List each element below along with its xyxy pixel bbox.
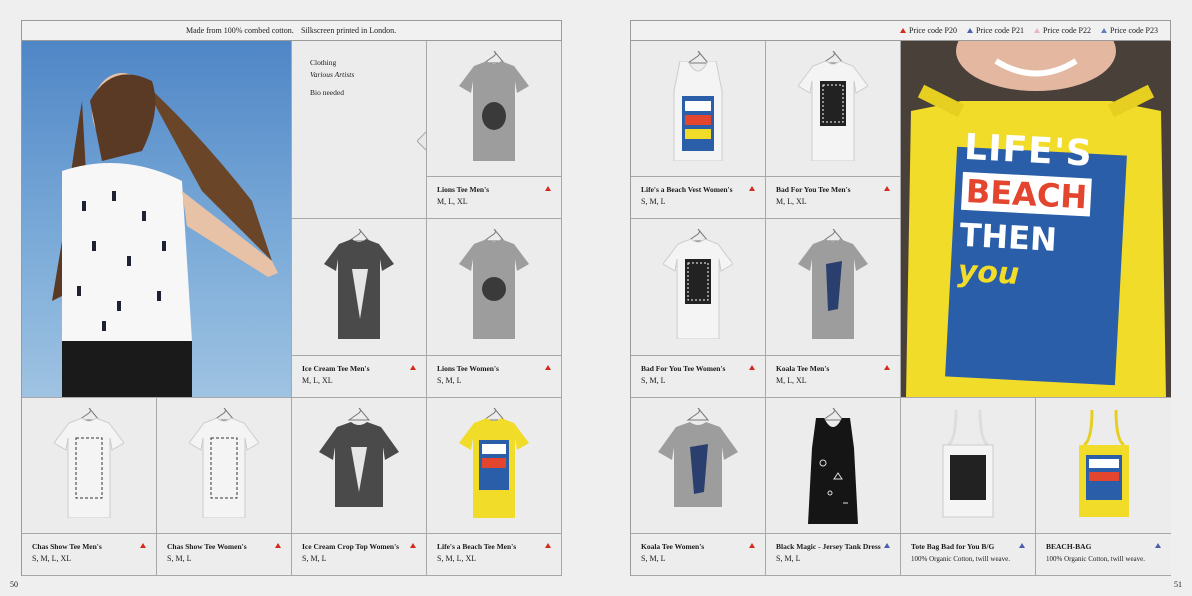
white-bad-for-you-tee (663, 239, 733, 339)
white-chas-tee (189, 418, 259, 518)
product-card[interactable]: Koala Tee Women's S, M, L (631, 398, 766, 576)
product-name: Life's a Beach Vest Women's (641, 185, 733, 194)
product-card[interactable]: Chas Show Tee Women's S, M, L (157, 398, 292, 576)
price-code-marker (884, 186, 890, 191)
price-code-marker (545, 365, 551, 370)
price-code-marker (749, 543, 755, 548)
yellow-beach-tee (459, 418, 529, 518)
header-cotton-note: Made from 100% combed cotton. (186, 26, 294, 35)
product-sizes: S, M, L (167, 554, 192, 563)
product-name: Lions Tee Men's (437, 185, 490, 194)
product-sizes: S, M, L (641, 376, 666, 385)
product-name: BEACH-BAG (1046, 542, 1092, 551)
model-figure (52, 73, 278, 397)
product-card[interactable]: Lions Tee Women's S, M, L (427, 219, 562, 398)
price-code-marker (410, 365, 416, 370)
info-artist: Various Artists (310, 70, 355, 79)
price-code-marker (545, 543, 551, 548)
hanger-icon (347, 408, 371, 421)
hanger-icon (686, 408, 710, 421)
model-photo (22, 41, 292, 398)
white-chas-tee (54, 418, 124, 518)
grey-lion-tee (459, 61, 529, 161)
product-name: Ice Cream Tee Men's (302, 364, 370, 373)
product-sizes: S, M, L (437, 376, 462, 385)
product-sizes: S, M, L, XL (32, 554, 72, 563)
price-code-marker (884, 543, 890, 548)
product-name: Lions Tee Women's (437, 364, 499, 373)
product-card[interactable]: Bad For You Tee Men's M, L, XL (766, 41, 901, 219)
product-name: Chas Show Tee Men's (32, 542, 102, 551)
price-code-marker (1155, 543, 1161, 548)
product-name: Ice Cream Crop Top Women's (302, 542, 400, 551)
product-name: Bad For You Tee Women's (641, 364, 726, 373)
header-print-note: Silkscreen printed in London. (301, 26, 397, 35)
grey-lion-tee (459, 239, 529, 339)
product-card[interactable]: Tote Bag Bad for You B/G 100% Organic Cot… (901, 398, 1036, 576)
product-material: 100% Organic Cotton, twill weave. (1046, 555, 1146, 563)
white-beach-vest (673, 61, 723, 161)
product-card[interactable]: Ice Cream Crop Top Women's S, M, L (292, 398, 427, 576)
product-sizes: S, M, L (641, 554, 666, 563)
price-code-marker (275, 543, 281, 548)
info-bio: Bio needed (310, 88, 344, 97)
legend-item: Price code P20 (900, 26, 957, 35)
product-name: Tote Bag Bad for You B/G (911, 542, 995, 551)
price-code-marker (545, 186, 551, 191)
price-code-marker (410, 543, 416, 548)
product-card[interactable]: Chas Show Tee Men's S, M, L, XL (22, 398, 157, 576)
right-page: Price code P20 Price code P21 Price code… (630, 20, 1171, 576)
tote-bag-photo: LIFE'S BEACH THEN you (901, 41, 1171, 398)
yellow-beach-bag (1078, 410, 1129, 517)
product-name: Koala Tee Men's (776, 364, 830, 373)
product-name: Koala Tee Women's (641, 542, 705, 551)
dark-icecream-tee (324, 239, 394, 339)
product-sizes: M, L, XL (302, 376, 333, 385)
legend-item: Price code P22 (1034, 26, 1091, 35)
product-name: Black Magic - Jersey Tank Dress (776, 542, 881, 551)
dark-crop-top (319, 422, 399, 507)
price-code-marker (749, 186, 755, 191)
product-sizes: M, L, XL (776, 376, 807, 385)
pointer-notch-icon (417, 131, 426, 151)
product-card[interactable]: Lions Tee Men's M, L, XL (427, 41, 562, 219)
product-sizes: M, L, XL (776, 197, 807, 206)
page-number: 51 (1174, 580, 1182, 589)
black-tank-dress (808, 418, 858, 524)
legend-item: Price code P21 (967, 26, 1024, 35)
product-card[interactable]: Black Magic - Jersey Tank Dress S, M, L (766, 398, 901, 576)
product-sizes: S, M, L (776, 554, 801, 563)
product-card[interactable]: Koala Tee Men's M, L, XL (766, 219, 901, 398)
price-code-marker (140, 543, 146, 548)
price-code-marker (749, 365, 755, 370)
product-sizes: S, M, L (641, 197, 666, 206)
product-name: Bad For You Tee Men's (776, 185, 851, 194)
left-page: Made from 100% combed cotton. Silkscreen… (21, 20, 562, 576)
white-tote-bag (942, 410, 994, 518)
product-sizes: S, M, L, XL (437, 554, 477, 563)
grey-koala-women-tee (658, 422, 738, 507)
product-card[interactable]: Ice Cream Tee Men's M, L, XL (292, 219, 427, 398)
product-sizes: M, L, XL (437, 197, 468, 206)
product-sizes: S, M, L (302, 554, 327, 563)
price-code-marker (1019, 543, 1025, 548)
product-card[interactable]: Life's a Beach Tee Men's S, M, L, XL (427, 398, 562, 576)
page-number: 50 (10, 580, 18, 589)
grey-koala-tee (798, 239, 868, 339)
price-code-marker (884, 365, 890, 370)
product-material: 100% Organic Cotton, twill weave. (911, 555, 1011, 563)
legend-item: Price code P23 (1101, 26, 1158, 35)
product-card[interactable]: Bad For You Tee Women's S, M, L (631, 219, 766, 398)
product-card[interactable]: Life's a Beach Vest Women's S, M, L (631, 41, 766, 219)
bag-print-text: LIFE'S BEACH THEN you (956, 126, 1094, 292)
white-bad-for-you-tee (798, 61, 868, 161)
left-page-header: Made from 100% combed cotton. Silkscreen… (22, 21, 561, 41)
product-card[interactable]: BEACH-BAG 100% Organic Cotton, twill weav… (1036, 398, 1171, 576)
product-name: Life's a Beach Tee Men's (437, 542, 517, 551)
price-legend: Price code P20 Price code P21 Price code… (631, 21, 1170, 41)
info-category: Clothing (310, 58, 337, 67)
collection-info: Clothing Various Artists Bio needed (292, 41, 427, 219)
product-name: Chas Show Tee Women's (167, 542, 247, 551)
